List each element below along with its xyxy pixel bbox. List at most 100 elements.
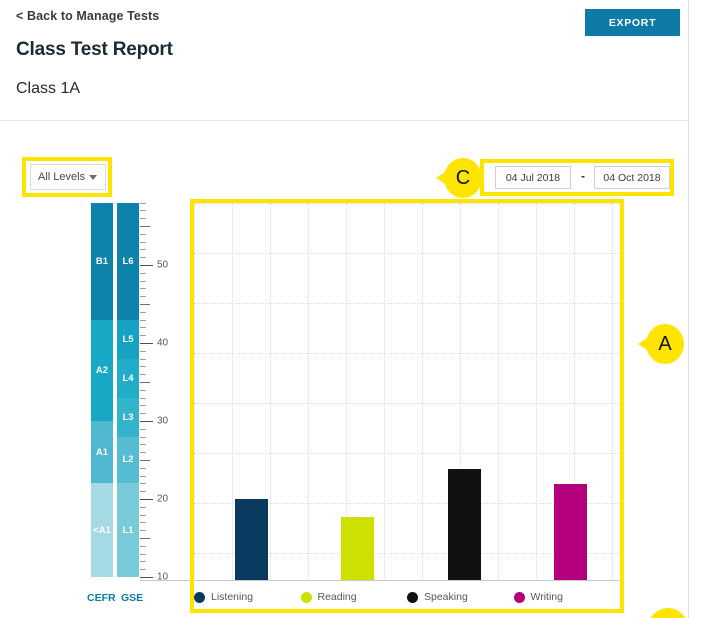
axis-tick: [140, 389, 146, 391]
scale-band-L5: L5: [117, 319, 139, 359]
axis-tick: [140, 522, 146, 524]
page-title: Class Test Report: [16, 39, 173, 60]
axis-tick: [140, 366, 146, 368]
axis-tick-label: 20: [157, 493, 169, 505]
legend-color-dot-icon: [513, 591, 525, 603]
callout-marker-a: A: [638, 324, 684, 364]
export-button[interactable]: EXPORT: [585, 9, 680, 36]
legend-label: Reading: [317, 591, 357, 603]
axis-tick: [140, 413, 146, 415]
axis-tick: [140, 452, 146, 454]
axis-tick: [140, 405, 146, 407]
date-range-separator: -: [581, 169, 585, 183]
axis-tick: [140, 210, 146, 212]
axis-tick: [140, 304, 150, 305]
callout-marker-c: C: [436, 158, 482, 198]
back-to-manage-tests-link[interactable]: < Back to Manage Tests: [16, 9, 159, 23]
axis-tick-label: 40: [157, 337, 169, 349]
axis-tick: [140, 249, 146, 251]
axis-tick: [140, 577, 153, 578]
axis-tick: [140, 444, 146, 446]
legend-label: Listening: [211, 591, 254, 603]
scale-band-L2: L2: [117, 436, 139, 484]
gridline-vertical: [308, 203, 309, 581]
axis-tick: [140, 382, 150, 383]
chart-baseline: [140, 580, 620, 581]
cefr-axis-caption: CEFR: [87, 592, 116, 604]
axis-tick: [140, 545, 146, 547]
scale-band-ltA1: <A1: [91, 483, 113, 577]
chart-legend: Listening Reading Speaking Writing: [194, 586, 620, 608]
axis-tick: [140, 569, 146, 571]
bar-speaking[interactable]: [448, 469, 481, 581]
axis-tick: [140, 374, 146, 376]
legend-item-listening[interactable]: Listening: [194, 591, 301, 603]
axis-tick: [140, 428, 146, 430]
legend-item-writing[interactable]: Writing: [513, 591, 621, 603]
scale-band-L4: L4: [117, 358, 139, 398]
axis-tick: [140, 499, 153, 500]
gridline-vertical: [384, 203, 385, 581]
axis-tick: [140, 436, 146, 438]
scale-band-label: L2: [122, 454, 134, 466]
axis-tick: [140, 296, 146, 298]
axis-tick: [140, 335, 146, 337]
axis-tick: [140, 397, 146, 399]
callout-letter: C: [455, 166, 471, 189]
scale-band-L6: L6: [117, 202, 139, 320]
chevron-down-icon: [89, 174, 97, 180]
date-from-input[interactable]: 04 Jul 2018: [495, 166, 571, 189]
legend-label: Speaking: [424, 591, 468, 603]
axis-tick: [140, 350, 146, 352]
axis-tick-label: 50: [157, 259, 169, 271]
legend-item-speaking[interactable]: Speaking: [407, 591, 514, 603]
report-page: < Back to Manage Tests EXPORT Class Test…: [0, 0, 701, 618]
axis-tick: [140, 311, 146, 313]
legend-color-dot-icon: [300, 591, 312, 603]
axis-tick: [140, 343, 153, 344]
level-filter-value: All Levels: [38, 171, 86, 183]
axis-tick: [140, 241, 146, 243]
axis-tick: [140, 288, 146, 290]
date-to-input[interactable]: 04 Oct 2018: [594, 166, 670, 189]
axis-tick: [140, 218, 146, 220]
axis-tick: [140, 280, 146, 282]
bar-writing[interactable]: [554, 484, 587, 581]
axis-tick-label: 30: [157, 415, 169, 427]
gridline-vertical: [232, 203, 233, 581]
scale-band-label: L4: [122, 372, 134, 384]
axis-tick: [140, 226, 150, 227]
axis-tick: [140, 272, 146, 274]
gridline-horizontal: [194, 203, 620, 204]
bar-reading[interactable]: [341, 516, 374, 581]
gridline-vertical: [612, 203, 613, 581]
level-filter-dropdown[interactable]: All Levels: [30, 164, 106, 190]
axis-tick: [140, 257, 146, 259]
header-divider: [0, 120, 688, 121]
axis-tick: [140, 327, 146, 329]
axis-tick: [140, 514, 146, 516]
axis-tick: [140, 506, 146, 508]
axis-tick: [140, 483, 146, 485]
axis-tick: [140, 538, 150, 539]
gse-axis-ruler: 10 20 30 40 50: [140, 200, 190, 585]
axis-tick: [140, 475, 146, 477]
axis-tick: [140, 530, 146, 532]
scale-band-L3: L3: [117, 397, 139, 437]
legend-label: Writing: [530, 591, 563, 603]
bar-listening[interactable]: [235, 499, 268, 581]
callout-letter: A: [658, 332, 672, 355]
axis-tick: [140, 553, 146, 555]
axis-tick: [140, 467, 146, 469]
scale-band-label: <A1: [93, 524, 111, 536]
gridline-vertical: [270, 203, 271, 581]
axis-tick: [140, 491, 146, 493]
axis-tick: [140, 202, 146, 204]
scale-band-label: A1: [95, 446, 109, 458]
gridline-vertical: [536, 203, 537, 581]
axis-tick: [140, 319, 146, 321]
legend-item-reading[interactable]: Reading: [300, 591, 408, 603]
gridline-horizontal: [194, 453, 620, 454]
scale-band-label: B1: [95, 255, 109, 267]
gse-axis-caption: GSE: [121, 592, 144, 604]
